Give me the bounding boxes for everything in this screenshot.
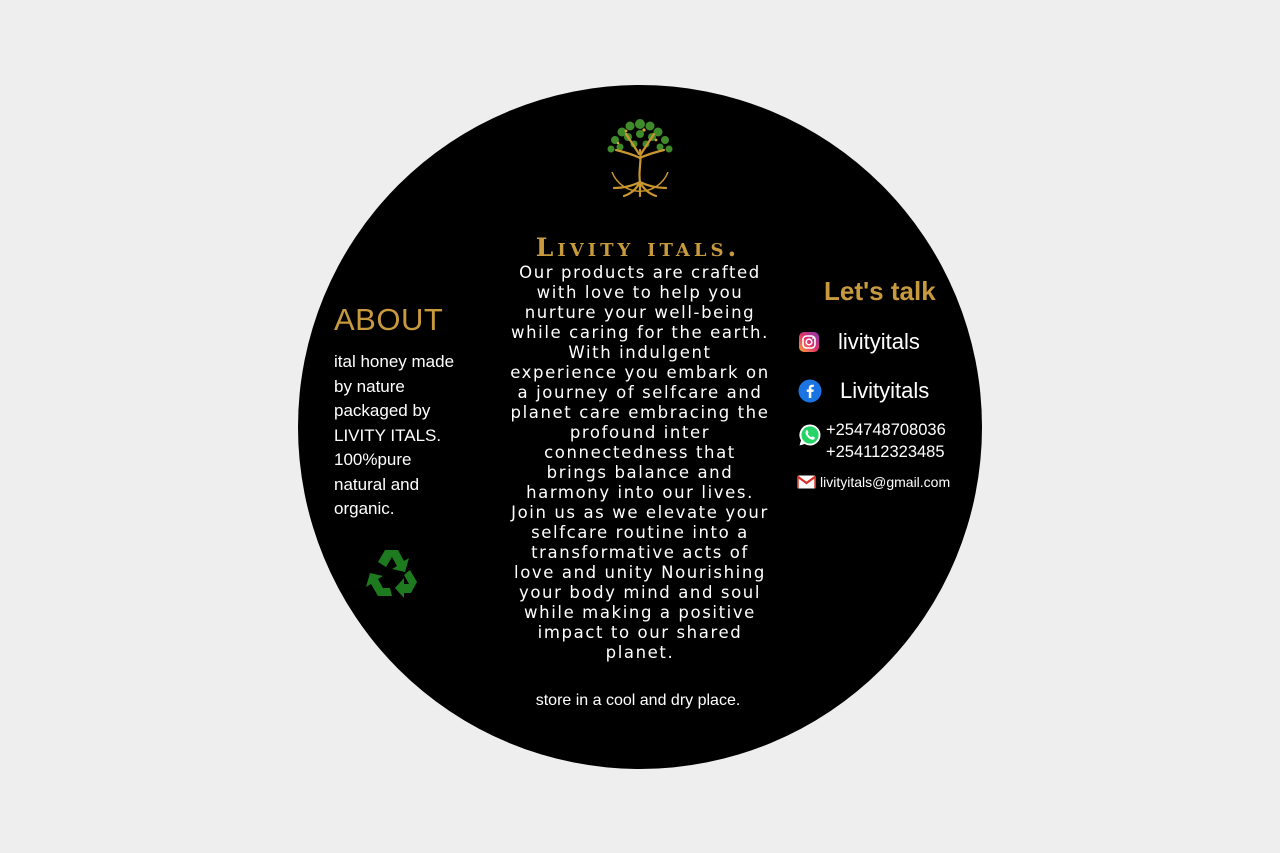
description-line: Join us as we elevate your — [511, 503, 769, 522]
description-line: with love to help you — [536, 283, 744, 302]
tree-of-life-logo — [607, 119, 673, 198]
about-title: ABOUT — [334, 302, 444, 337]
about-line: 100%pure — [334, 450, 412, 469]
contact-title: Let's talk — [824, 276, 936, 306]
instagram-handle: livityitals — [838, 329, 920, 354]
description-line: profound inter — [569, 423, 711, 442]
facebook-icon — [798, 379, 822, 403]
description-line: a journey of selfcare and — [517, 383, 763, 402]
phone-number[interactable]: +254748708036 — [826, 419, 946, 441]
about-line: LIVITY ITALS. — [334, 425, 442, 445]
email-contact[interactable]: livityitals@gmail.com — [797, 474, 950, 490]
description-line: impact to our shared — [537, 623, 743, 642]
product-label: Livity itals. Our products are crafted w… — [298, 85, 982, 769]
about-line: packaged by — [334, 401, 431, 420]
about-line: by nature — [334, 376, 405, 396]
description-line: connectedness that — [544, 443, 736, 462]
description-line: experience you embark on — [510, 363, 770, 382]
description-line: while caring for the earth. — [511, 323, 769, 342]
description-line: your body mind and soul — [518, 583, 762, 602]
description-line: planet care embracing the — [510, 403, 770, 422]
description-line: Our products are crafted — [519, 263, 761, 282]
email-address: livityitals@gmail.com — [820, 474, 951, 490]
about-text: ital honey made by nature packaged by LI… — [334, 350, 454, 522]
about-line: organic. — [334, 499, 395, 518]
whatsapp-contact[interactable]: +254748708036 +254112323485 — [798, 419, 946, 463]
gmail-icon — [797, 475, 816, 489]
description-line: With indulgent — [568, 343, 712, 362]
storage-note: store in a cool and dry place. — [535, 692, 741, 709]
whatsapp-icon — [799, 424, 821, 446]
product-description: Our products are crafted with love to he… — [498, 263, 782, 663]
facebook-contact[interactable]: Livityitals — [798, 378, 929, 404]
description-line: planet. — [605, 643, 675, 662]
description-line: nurture your well-being — [524, 303, 756, 322]
phone-numbers: +254748708036 +254112323485 — [826, 419, 946, 463]
phone-number[interactable]: +254112323485 — [826, 441, 946, 463]
about-line: natural and — [334, 474, 420, 494]
instagram-contact[interactable]: livityitals — [798, 329, 920, 355]
brand-name: Livity itals. — [535, 233, 741, 262]
facebook-handle: Livityitals — [840, 378, 930, 403]
description-line: selfcare routine into a — [531, 523, 749, 542]
instagram-icon — [799, 332, 819, 352]
about-line: ital honey made — [334, 352, 455, 371]
description-line: harmony into our lives. — [526, 483, 754, 502]
recycle-icon — [366, 550, 417, 598]
description-line: love and unity Nourishing — [514, 563, 766, 582]
description-line: while making a positive — [524, 603, 756, 622]
description-line: brings balance and — [546, 463, 734, 482]
description-line: transformative acts of — [531, 543, 749, 562]
